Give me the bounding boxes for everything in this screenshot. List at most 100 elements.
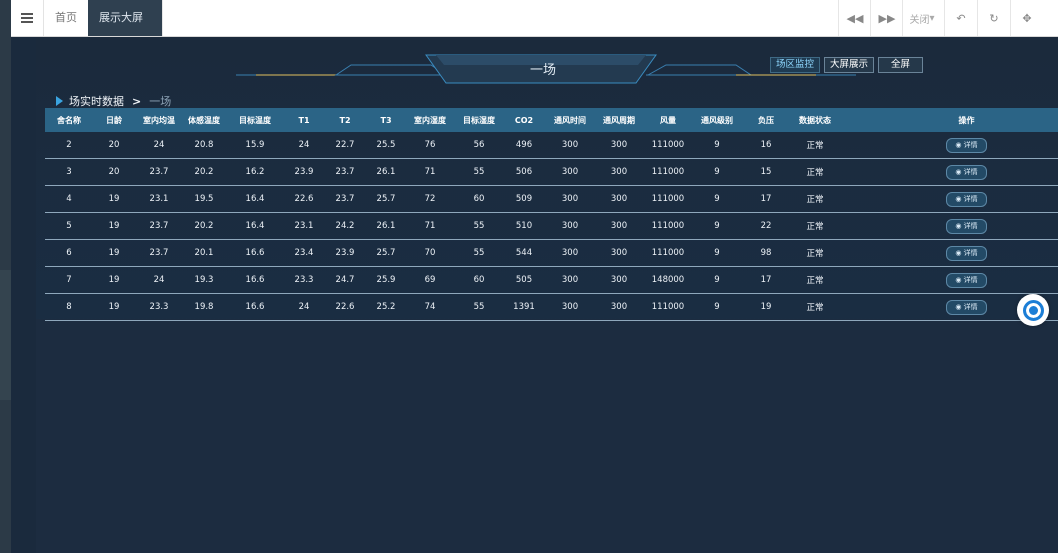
table-cell: 24.2 bbox=[323, 212, 367, 240]
table-cell: 148000 bbox=[643, 266, 693, 294]
table-cell: 300 bbox=[545, 212, 595, 240]
realtime-data-table: 舍名称 日龄 室内均温 体感温度 目标温度 T1 T2 T3 室内湿度 目标湿度 CO2 通风时间 通风… bbox=[45, 108, 1058, 321]
detail-button[interactable]: ◉ 详情 bbox=[946, 164, 987, 180]
undo-icon: ↶ bbox=[956, 11, 966, 25]
tab-dashboard[interactable]: 展示大屏 ✕ bbox=[88, 0, 163, 59]
breadcrumb-current: 一场 bbox=[149, 95, 172, 108]
table-cell: 496 bbox=[503, 132, 545, 159]
table-cell: 9 bbox=[693, 212, 741, 240]
scroll-left-button[interactable]: ◀◀ bbox=[838, 0, 871, 36]
table-cell: 23.3 bbox=[285, 266, 323, 294]
table-cell: 300 bbox=[545, 293, 595, 321]
table-cell: 23.7 bbox=[135, 239, 183, 267]
table-cell: 9 bbox=[693, 185, 741, 213]
detail-button[interactable]: ◉ 详情 bbox=[946, 272, 987, 288]
table-cell: 24 bbox=[135, 266, 183, 294]
table-cell: 20.2 bbox=[183, 158, 225, 186]
table-cell: 1391 bbox=[503, 293, 545, 321]
table-cell: 22.6 bbox=[285, 185, 323, 213]
header-buttons: 场区监控 大屏展示 全屏 bbox=[770, 57, 924, 73]
table-cell: 300 bbox=[595, 266, 643, 294]
table-cell: 8 bbox=[45, 293, 93, 321]
table-cell: 23.1 bbox=[135, 185, 183, 213]
table-cell: 24 bbox=[285, 132, 323, 159]
column-header: 日龄 bbox=[93, 108, 135, 132]
table-cell: 20.8 bbox=[183, 132, 225, 159]
table-cell: 19 bbox=[93, 212, 135, 240]
eye-icon: ◉ bbox=[955, 167, 964, 176]
refresh-button[interactable]: ↻ bbox=[977, 0, 1010, 36]
table-cell: 55 bbox=[455, 158, 503, 186]
table-cell: 111000 bbox=[643, 293, 693, 321]
table-cell: 111000 bbox=[643, 212, 693, 240]
detail-button[interactable]: ◉ 详情 bbox=[946, 191, 987, 207]
action-cell: ◉ 详情 bbox=[839, 212, 1058, 240]
eye-icon: ◉ bbox=[955, 302, 964, 311]
menu-toggle-button[interactable] bbox=[11, 0, 44, 36]
table-cell: 111000 bbox=[643, 132, 693, 159]
table-cell: 56 bbox=[455, 132, 503, 159]
detail-button[interactable]: ◉ 详情 bbox=[946, 299, 987, 315]
table-cell: 76 bbox=[405, 132, 455, 159]
floating-chat-button[interactable] bbox=[1017, 294, 1049, 326]
table-cell: 300 bbox=[545, 132, 595, 159]
table-cell: 111000 bbox=[643, 158, 693, 186]
table-cell: 72 bbox=[405, 185, 455, 213]
table-cell: 9 bbox=[693, 132, 741, 159]
big-screen-button[interactable]: 大屏展示 bbox=[824, 57, 875, 73]
column-header: 通风周期 bbox=[595, 108, 643, 132]
table-cell: 23.7 bbox=[323, 158, 367, 186]
close-menu-dropdown[interactable]: 关闭 ▾ bbox=[902, 0, 941, 36]
table-cell: 17 bbox=[741, 266, 791, 294]
table-cell: 16.6 bbox=[225, 266, 285, 294]
table-cell: 19.3 bbox=[183, 266, 225, 294]
table-row: 3 20 23.7 20.2 16.2 23.9 23.7 26.1 71 55 506 300 300… bbox=[45, 158, 1058, 186]
detail-label: 详情 bbox=[963, 248, 978, 257]
table-cell: 16.4 bbox=[225, 212, 285, 240]
tab-home[interactable]: 首页 bbox=[44, 0, 89, 36]
column-header: 室内均温 bbox=[135, 108, 183, 132]
farm-title: 一场 bbox=[529, 63, 556, 78]
detail-label: 详情 bbox=[963, 167, 978, 176]
table-cell: 15 bbox=[741, 158, 791, 186]
table-cell: 26.1 bbox=[367, 158, 405, 186]
table-cell: 300 bbox=[545, 158, 595, 186]
table-cell: 19 bbox=[741, 293, 791, 321]
table-cell: 正常 bbox=[791, 266, 839, 294]
breadcrumb: 场实时数据 > 一场 bbox=[56, 93, 171, 109]
eye-icon: ◉ bbox=[955, 221, 964, 230]
table-cell: 9 bbox=[693, 266, 741, 294]
left-panel-edge bbox=[0, 0, 11, 553]
table-cell: 300 bbox=[545, 266, 595, 294]
table-cell: 4 bbox=[45, 185, 93, 213]
table-cell: 300 bbox=[595, 132, 643, 159]
fullscreen-move-button[interactable]: ✥ bbox=[1010, 0, 1043, 36]
triangle-icon bbox=[56, 96, 63, 106]
action-cell: ◉ 详情 bbox=[839, 266, 1058, 294]
fullscreen-button[interactable]: 全屏 bbox=[878, 57, 924, 73]
table-cell: 25.9 bbox=[367, 266, 405, 294]
detail-button[interactable]: ◉ 详情 bbox=[946, 137, 987, 153]
table-cell: 69 bbox=[405, 266, 455, 294]
column-header: 数据状态 bbox=[791, 108, 839, 132]
table-row: 5 19 23.7 20.2 16.4 23.1 24.2 26.1 71 55 510 300 300… bbox=[45, 212, 1058, 240]
hamburger-icon bbox=[21, 17, 33, 19]
table-cell: 6 bbox=[45, 239, 93, 267]
detail-button[interactable]: ◉ 详情 bbox=[946, 245, 987, 261]
table-cell: 300 bbox=[545, 239, 595, 267]
eye-icon: ◉ bbox=[955, 248, 964, 257]
table-cell: 19 bbox=[93, 185, 135, 213]
table-cell: 24.7 bbox=[323, 266, 367, 294]
table-cell: 544 bbox=[503, 239, 545, 267]
table-cell: 24 bbox=[135, 132, 183, 159]
column-header: CO2 bbox=[503, 108, 545, 132]
column-header: 室内湿度 bbox=[405, 108, 455, 132]
scroll-right-button[interactable]: ▶▶ bbox=[870, 0, 903, 36]
area-monitor-button[interactable]: 场区监控 bbox=[770, 57, 821, 73]
action-cell: ◉ 详情 bbox=[839, 158, 1058, 186]
back-button[interactable]: ↶ bbox=[944, 0, 977, 36]
detail-button[interactable]: ◉ 详情 bbox=[946, 218, 987, 234]
table-cell: 23.7 bbox=[135, 212, 183, 240]
column-header: 目标湿度 bbox=[455, 108, 503, 132]
table-cell: 20 bbox=[93, 132, 135, 159]
